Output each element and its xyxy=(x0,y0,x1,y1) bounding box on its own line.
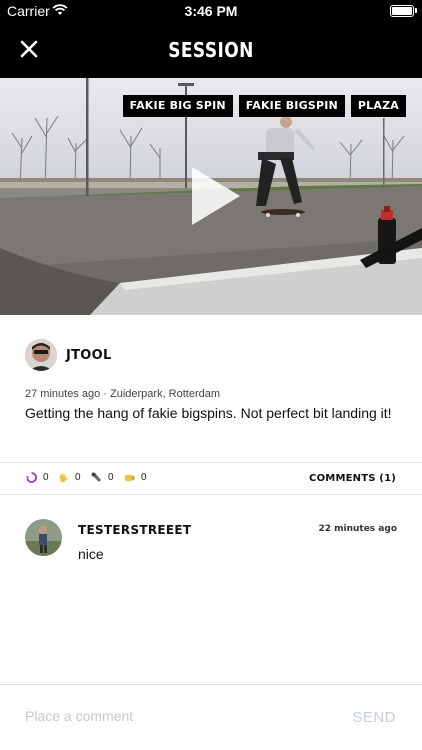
comment-input[interactable] xyxy=(25,704,325,728)
fist-icon xyxy=(125,475,135,481)
status-bar: Carrier 3:46 PM xyxy=(0,0,422,22)
reaction-count: 0 xyxy=(43,472,49,483)
tag-chip[interactable]: FAKIE BIGSPIN xyxy=(238,95,345,117)
reaction-hand[interactable]: 0 xyxy=(58,472,81,483)
tag-chip[interactable]: PLAZA xyxy=(350,95,406,117)
post-username[interactable]: JTOOL xyxy=(66,348,112,363)
comments-count-link[interactable]: COMMENTS (1) xyxy=(309,473,396,484)
reaction-fist[interactable]: 0 xyxy=(124,472,147,483)
tag-chip[interactable]: FAKIE BIG SPIN xyxy=(122,95,233,117)
avatar[interactable] xyxy=(25,339,57,371)
reaction-spin[interactable]: 0 xyxy=(26,472,49,483)
comment-composer: SEND xyxy=(0,684,422,750)
spin-icon xyxy=(26,472,37,483)
video-player[interactable]: FAKIE BIG SPIN FAKIE BIGSPIN PLAZA xyxy=(0,78,422,315)
comment-text: nice xyxy=(78,546,104,562)
clock: 3:46 PM xyxy=(184,3,238,19)
comment-timestamp: 22 minutes ago xyxy=(318,524,397,534)
play-icon[interactable] xyxy=(192,167,240,225)
nav-bar: SESSION xyxy=(0,22,422,78)
battery-icon xyxy=(390,5,414,17)
video-tags: FAKIE BIG SPIN FAKIE BIGSPIN PLAZA xyxy=(122,95,406,117)
comment-username[interactable]: TESTERSTREEET xyxy=(78,523,191,537)
comment-avatar[interactable] xyxy=(25,519,62,556)
reaction-count: 0 xyxy=(141,472,147,483)
battery-tip xyxy=(415,8,417,13)
post-caption: Getting the hang of fakie bigspins. Not … xyxy=(25,405,392,421)
divider xyxy=(0,494,422,495)
reaction-count: 0 xyxy=(75,472,81,483)
post-meta: 27 minutes ago · Zuiderpark, Rotterdam xyxy=(25,388,221,400)
reaction-count: 0 xyxy=(108,472,114,483)
send-button[interactable]: SEND xyxy=(352,709,396,726)
hand-icon xyxy=(60,473,68,482)
reaction-tool[interactable]: 0 xyxy=(91,472,114,483)
page-title: SESSION xyxy=(168,38,254,62)
reaction-bar: 0 0 0 0 COMMENTS (1) xyxy=(0,463,422,494)
tool-icon xyxy=(91,472,101,482)
